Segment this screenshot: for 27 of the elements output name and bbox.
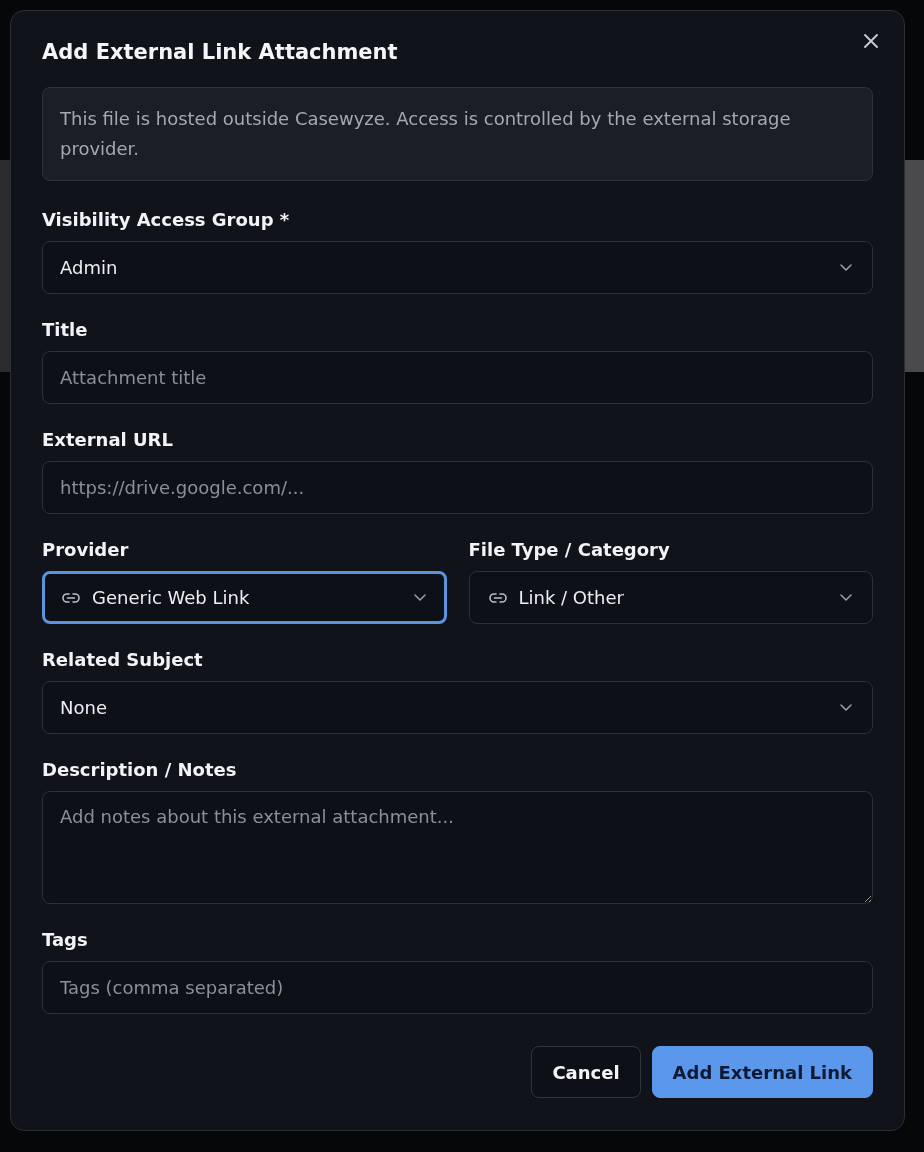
field-label: External URL: [42, 429, 173, 451]
chevron-down-icon: [840, 704, 852, 711]
field-label: Related Subject: [42, 649, 203, 671]
link-icon: [488, 592, 507, 603]
link-icon: [62, 592, 80, 603]
input-field[interactable]: Attachment title: [42, 351, 873, 404]
info-notice: This file is hosted outside Casewyze. Access is controlled by the external storage provider.: [42, 87, 873, 181]
field-label: Visibility Access Group *: [42, 209, 290, 231]
select-field[interactable]: None: [42, 681, 873, 734]
cancel-button[interactable]: Cancel: [531, 1046, 641, 1098]
submit-button[interactable]: Add External Link: [651, 1046, 873, 1098]
select-field[interactable]: Generic Web Link: [42, 571, 447, 624]
close-icon: [864, 34, 878, 48]
field-label: Title: [42, 319, 88, 341]
select-field[interactable]: Admin: [42, 241, 873, 294]
field-label: Tags: [42, 929, 88, 951]
select-field[interactable]: Link / Other: [468, 571, 873, 624]
field-label: Description / Notes: [42, 759, 237, 781]
field-label: File Type / Category: [468, 539, 670, 561]
textarea-field[interactable]: Add notes about this external attachment...: [42, 791, 873, 904]
chevron-down-icon: [413, 594, 426, 601]
input-field[interactable]: https://drive.google.com/...: [42, 461, 873, 514]
field-label: Provider: [42, 539, 129, 561]
input-field[interactable]: Tags (comma separated): [42, 961, 873, 1014]
chevron-down-icon: [840, 594, 852, 601]
chevron-down-icon: [840, 264, 852, 271]
dialog-title: Add External Link Attachment: [42, 39, 398, 66]
